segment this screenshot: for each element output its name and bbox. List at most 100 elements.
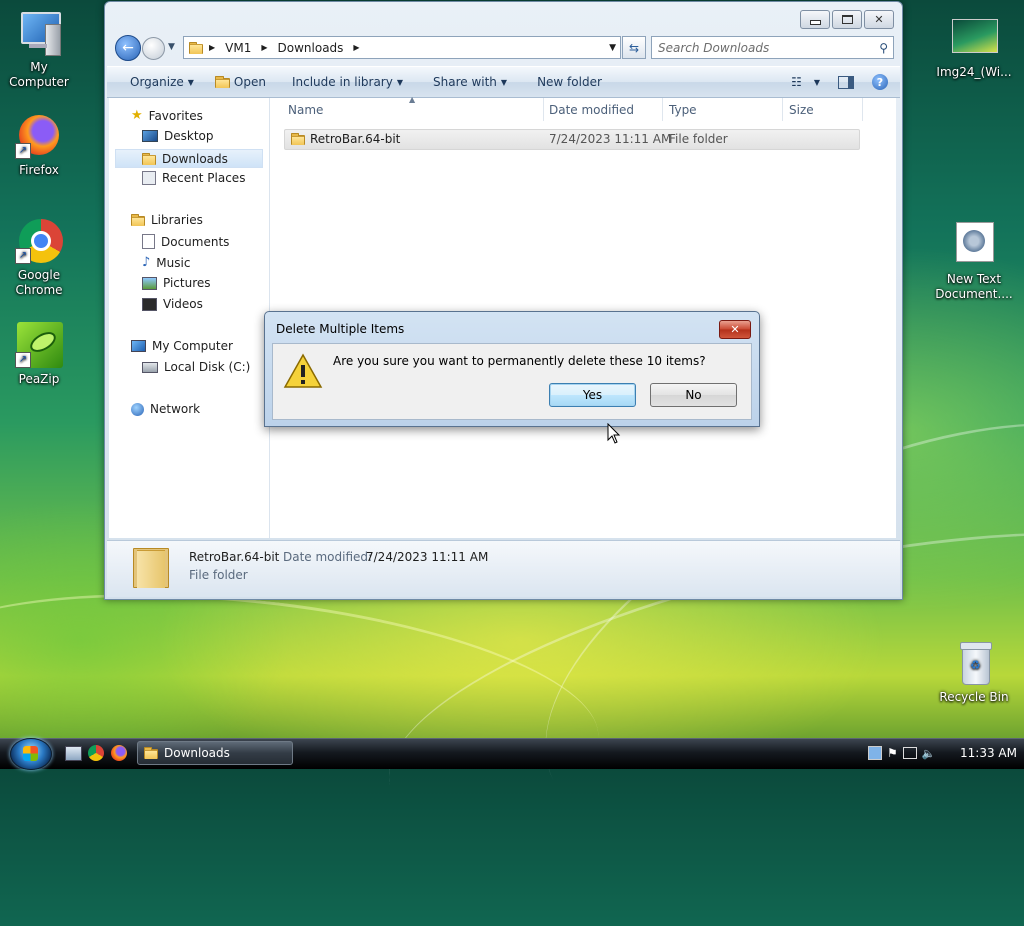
desktop-icon-new-text-document[interactable]: New Text Document....	[934, 222, 1014, 302]
address-bar[interactable]: ▶ VM1 ▶ Downloads ▶ ▼	[183, 36, 621, 59]
column-header-size[interactable]: Size	[789, 98, 859, 121]
computer-icon	[131, 340, 146, 352]
image-file-icon	[950, 15, 998, 63]
breadcrumb-item-vm1[interactable]: VM1	[225, 41, 251, 55]
warning-icon	[283, 353, 323, 388]
chevron-down-icon: ▼	[813, 77, 820, 87]
help-button[interactable]: ?	[872, 74, 888, 90]
new-folder-label: New folder	[537, 75, 602, 89]
tray-network-icon[interactable]	[868, 746, 882, 760]
details-date-label: Date modified:	[283, 550, 373, 564]
include-in-library-menu[interactable]: Include in library ▼	[292, 75, 403, 89]
search-input[interactable]: Search Downloads ⚲	[651, 36, 894, 59]
nav-documents[interactable]: Documents	[142, 234, 229, 249]
no-button[interactable]: No	[650, 383, 737, 407]
desktop-icon-label: Recycle Bin	[939, 690, 1009, 704]
file-type: File folder	[669, 132, 728, 146]
breadcrumb-chevron-icon[interactable]: ▶	[353, 43, 359, 52]
nav-label: Libraries	[151, 213, 203, 227]
nav-recent-places[interactable]: Recent Places	[142, 171, 245, 185]
nav-label: Favorites	[148, 108, 203, 123]
nav-my-computer[interactable]: My Computer	[131, 339, 233, 353]
tray-flag-icon[interactable]: ⚑	[887, 746, 898, 760]
forward-button[interactable]	[142, 37, 165, 60]
yes-button[interactable]: Yes	[549, 383, 636, 407]
search-icon[interactable]: ⚲	[879, 41, 888, 55]
quicklaunch-firefox-icon[interactable]	[111, 745, 127, 761]
tray-network-status-icon[interactable]	[902, 747, 917, 759]
desktop-icon-firefox[interactable]: ↗ Firefox	[0, 113, 79, 178]
nav-videos[interactable]: Videos	[142, 297, 203, 311]
nav-local-disk[interactable]: Local Disk (C:)	[142, 360, 250, 374]
desktop-icon-img24[interactable]: Img24_(Wi...	[934, 15, 1014, 80]
include-in-library-label: Include in library	[291, 75, 393, 89]
taskbar-item-label: Downloads	[164, 746, 230, 760]
desktop-icon-label: Img24_(Wi...	[936, 65, 1012, 79]
minimize-button[interactable]	[800, 10, 830, 29]
view-options-icon: ☷	[791, 75, 802, 89]
taskbar-item-downloads[interactable]: Downloads	[137, 741, 293, 765]
file-row[interactable]: RetroBar.64-bit 7/24/2023 11:11 AM File …	[284, 129, 860, 150]
text-document-icon	[950, 222, 998, 270]
explorer-window: ✕ ← ▼ ▶ VM1 ▶ Downloads ▶ ▼ ⇆ Search Dow…	[104, 1, 903, 600]
nav-music[interactable]: ♪ Music	[142, 255, 190, 270]
organize-label: Organize	[130, 75, 184, 89]
desktop-icon-label: Firefox	[19, 163, 59, 177]
breadcrumb-item-downloads[interactable]: Downloads	[278, 41, 344, 55]
organize-menu[interactable]: Organize ▼	[130, 75, 194, 89]
nav-desktop[interactable]: Desktop	[142, 129, 214, 143]
maximize-button[interactable]	[832, 10, 862, 29]
tray-volume-muted-icon[interactable]: 🔈	[922, 747, 936, 760]
share-with-menu[interactable]: Share with ▼	[433, 75, 507, 89]
yes-label: Yes	[582, 388, 603, 402]
dialog-body: Are you sure you want to permanently del…	[272, 343, 752, 420]
back-button[interactable]: ←	[115, 35, 141, 61]
folder-icon	[291, 133, 305, 145]
preview-pane-button[interactable]	[838, 75, 854, 89]
desktop-icon-peazip[interactable]: ↗ PeaZip	[0, 322, 79, 387]
column-divider[interactable]	[543, 98, 544, 121]
address-dropdown-icon[interactable]: ▼	[609, 43, 616, 53]
chevron-down-icon: ▼	[500, 77, 508, 87]
nav-network[interactable]: Network	[131, 402, 200, 416]
open-folder-icon	[214, 76, 230, 88]
nav-label: Documents	[161, 234, 230, 249]
nav-pictures[interactable]: Pictures	[142, 276, 211, 290]
change-view-button[interactable]: ☷ ▼	[791, 75, 820, 89]
new-folder-button[interactable]: New folder	[537, 75, 602, 89]
refresh-button[interactable]: ⇆	[622, 36, 646, 59]
nav-label: Downloads	[162, 151, 228, 166]
column-divider[interactable]	[662, 98, 663, 121]
chrome-icon: ↗	[15, 218, 63, 266]
navigation-pane: ★ Favorites Desktop Downloads Recent Plac…	[109, 98, 270, 538]
dialog-close-button[interactable]: ✕	[719, 320, 751, 339]
quicklaunch-explorer-icon[interactable]	[65, 746, 82, 761]
downloads-folder-icon	[142, 152, 156, 165]
column-header-type[interactable]: Type	[669, 98, 781, 121]
peazip-icon: ↗	[15, 322, 63, 370]
column-divider[interactable]	[782, 98, 783, 121]
open-button[interactable]: Open	[214, 75, 266, 89]
nav-favorites[interactable]: ★ Favorites	[131, 108, 203, 123]
large-folder-icon	[133, 546, 169, 588]
column-divider[interactable]	[862, 98, 863, 121]
breadcrumb-chevron-icon[interactable]: ▶	[261, 43, 267, 52]
column-header-date-modified[interactable]: Date modified	[549, 98, 661, 121]
desktop-icon-recycle-bin[interactable]: ♻ Recycle Bin	[934, 640, 1014, 705]
nav-downloads[interactable]: Downloads	[115, 149, 263, 168]
details-pane: RetroBar.64-bit Date modified: 7/24/2023…	[107, 540, 900, 597]
desktop-icon-label: Google Chrome	[15, 268, 63, 297]
start-button[interactable]	[10, 738, 52, 770]
nav-libraries[interactable]: Libraries	[131, 213, 203, 227]
firefox-icon: ↗	[15, 113, 63, 161]
chevron-down-icon: ▼	[396, 77, 403, 87]
recent-pages-dropdown[interactable]: ▼	[168, 42, 175, 52]
close-button[interactable]: ✕	[864, 10, 894, 29]
desktop-icon-my-computer[interactable]: My Computer	[0, 10, 79, 90]
column-header-name[interactable]: Name	[288, 98, 543, 121]
refresh-icon: ⇆	[628, 40, 640, 55]
desktop-icon-google-chrome[interactable]: ↗ Google Chrome	[0, 218, 79, 298]
quicklaunch-chrome-icon[interactable]	[88, 745, 104, 761]
pictures-icon	[142, 276, 157, 290]
taskbar-clock[interactable]: 11:33 AM	[960, 746, 1017, 760]
